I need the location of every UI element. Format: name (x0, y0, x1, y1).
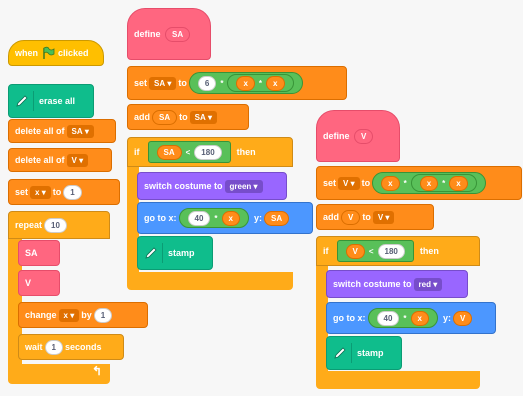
if-then-block[interactable]: if SA < 180 then (127, 137, 293, 167)
pen-icon (16, 95, 28, 107)
add-to-list-block[interactable]: add V to V ▾ (316, 204, 434, 230)
define-sa-hat[interactable]: define SA (127, 8, 211, 60)
green-flag-icon (43, 46, 55, 59)
variable-reporter[interactable]: x (381, 175, 400, 191)
variable-reporter[interactable]: SA (156, 144, 182, 160)
costume-dropdown[interactable]: green ▾ (224, 179, 263, 193)
variable-reporter[interactable]: V (453, 310, 473, 326)
set-variable-block[interactable]: set V ▾ to x * x * x (316, 166, 522, 200)
if-bottom (127, 272, 293, 290)
variable-reporter[interactable]: V (345, 243, 365, 259)
less-than-operator[interactable]: SA < 180 (147, 141, 231, 163)
erase-all-block[interactable]: erase all (8, 84, 94, 118)
change-variable-block[interactable]: change x ▾ by 1 (18, 302, 148, 328)
variable-reporter[interactable]: V (341, 209, 361, 225)
variable-dropdown[interactable]: SA ▾ (149, 76, 177, 90)
stamp-block[interactable]: stamp (326, 336, 402, 370)
set-variable-block[interactable]: set SA ▾ to 6 * x * x (127, 66, 347, 100)
number-input[interactable]: 180 (377, 243, 405, 259)
call-sa-block[interactable]: SA (18, 240, 60, 266)
pen-icon (145, 247, 157, 259)
add-to-list-block[interactable]: add SA to SA ▾ (127, 104, 249, 130)
stamp-block[interactable]: stamp (137, 236, 213, 270)
define-name: V (354, 128, 374, 144)
list-dropdown[interactable]: V ▾ (372, 210, 395, 224)
variable-reporter[interactable]: x (449, 175, 468, 191)
variable-dropdown[interactable]: x ▾ (58, 308, 80, 322)
number-input[interactable]: 40 (187, 210, 211, 226)
set-variable-block[interactable]: set x ▾ to 1 (8, 179, 120, 205)
variable-reporter[interactable]: x (221, 210, 240, 226)
number-input[interactable]: 40 (376, 310, 400, 326)
value-input[interactable]: 1 (93, 307, 113, 323)
list-dropdown[interactable]: SA ▾ (189, 110, 218, 124)
switch-costume-block[interactable]: switch costume to red ▾ (326, 270, 468, 298)
separator (351, 343, 352, 363)
go-to-xy-block[interactable]: go to x: 40 * x y: V (326, 302, 496, 334)
costume-dropdown[interactable]: red ▾ (413, 277, 443, 291)
multiply-operator[interactable]: 6 * x * x (188, 72, 303, 94)
variable-reporter[interactable]: x (236, 75, 255, 91)
variable-dropdown[interactable]: V ▾ (338, 176, 360, 190)
define-name: SA (165, 26, 191, 42)
variable-reporter[interactable]: x (410, 310, 429, 326)
multiply-operator[interactable]: 40 * x (178, 208, 249, 228)
call-v-block[interactable]: V (18, 270, 60, 296)
wait-seconds-input[interactable]: 1 (44, 339, 63, 355)
variable-reporter[interactable]: x (266, 75, 285, 91)
multiply-operator[interactable]: x * x (410, 174, 477, 192)
separator (162, 243, 163, 263)
number-input[interactable]: 6 (197, 75, 217, 91)
go-to-xy-block[interactable]: go to x: 40 * x y: SA (137, 202, 313, 234)
pen-icon (334, 347, 346, 359)
repeat-count-input[interactable]: 10 (44, 217, 67, 233)
delete-all-of-list-block[interactable]: delete all of SA ▾ (8, 119, 116, 143)
multiply-operator[interactable]: x * x * x (372, 172, 486, 194)
define-v-hat[interactable]: define V (316, 110, 400, 162)
separator (33, 91, 34, 111)
value-input[interactable]: 1 (63, 184, 82, 200)
list-dropdown[interactable]: SA ▾ (66, 124, 94, 138)
variable-reporter[interactable]: SA (152, 109, 178, 125)
when-flag-clicked-block[interactable]: when clicked (8, 40, 104, 66)
wait-block[interactable]: wait 1 seconds (18, 334, 124, 360)
if-then-block[interactable]: if V < 180 then (316, 236, 480, 266)
less-than-operator[interactable]: V < 180 (336, 240, 414, 262)
variable-reporter[interactable]: SA (264, 210, 290, 226)
variable-reporter[interactable]: x (419, 175, 439, 191)
loop-arrow-icon: ↰ (92, 364, 103, 378)
variable-dropdown[interactable]: x ▾ (30, 185, 51, 199)
switch-costume-block[interactable]: switch costume to green ▾ (137, 172, 287, 200)
repeat-block[interactable]: repeat 10 (8, 211, 110, 239)
delete-all-of-list-block[interactable]: delete all of V ▾ (8, 148, 112, 172)
if-bottom (316, 371, 480, 389)
list-dropdown[interactable]: V ▾ (66, 153, 89, 167)
multiply-operator[interactable]: x * x (227, 74, 294, 92)
number-input[interactable]: 180 (194, 144, 222, 160)
multiply-operator[interactable]: 40 * x (367, 308, 438, 328)
